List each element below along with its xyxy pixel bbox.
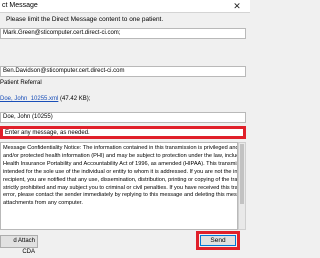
notice-line: intended for the sole use of the individ… bbox=[3, 168, 238, 175]
send-button[interactable]: Send bbox=[200, 235, 236, 246]
scrollbar-thumb[interactable] bbox=[240, 144, 244, 204]
title-bar: ct Message ✕ bbox=[0, 0, 250, 13]
notice-line: strictly prohibited and may subject you … bbox=[3, 184, 238, 191]
message-input[interactable]: Enter any message, as needed. bbox=[0, 126, 246, 139]
patient-field[interactable]: Doe, John (10255) bbox=[0, 112, 246, 123]
notice-line: Message Confidentiality Notice: The info… bbox=[3, 145, 238, 151]
to-field[interactable]: Mark.Green@sticomputer.cert.direct-ci.co… bbox=[0, 28, 246, 39]
notice-line: error, please contact the sender immedia… bbox=[3, 192, 238, 199]
notice-line: recipient, you are notified that any use… bbox=[3, 176, 238, 183]
attachment-link[interactable]: Doe, John_10255.xml bbox=[0, 96, 58, 102]
notice-line: Health Insurance Portability and Account… bbox=[3, 160, 238, 167]
attachment-row: Doe, John_10255.xml (47.42 KB); bbox=[0, 96, 90, 102]
patient-limit-note: Please limit the Direct Message content … bbox=[6, 16, 164, 23]
close-icon[interactable]: ✕ bbox=[224, 0, 250, 12]
subject-field[interactable]: Patient Referral bbox=[0, 80, 42, 86]
confidentiality-notice: Message Confidentiality Notice: The info… bbox=[0, 142, 238, 230]
attach-cda-button[interactable]: d Attach CDA bbox=[0, 235, 38, 255]
from-field[interactable]: Ben.Davidson@sticomputer.cert.direct-ci.… bbox=[0, 66, 246, 77]
window-title: ct Message bbox=[2, 2, 38, 9]
notice-line: and/or protected health information (PHI… bbox=[3, 152, 238, 159]
notice-line: attachments from any computer. bbox=[3, 200, 83, 207]
attachment-size: (47.42 KB); bbox=[60, 96, 91, 102]
notice-scrollbar[interactable] bbox=[238, 142, 246, 230]
